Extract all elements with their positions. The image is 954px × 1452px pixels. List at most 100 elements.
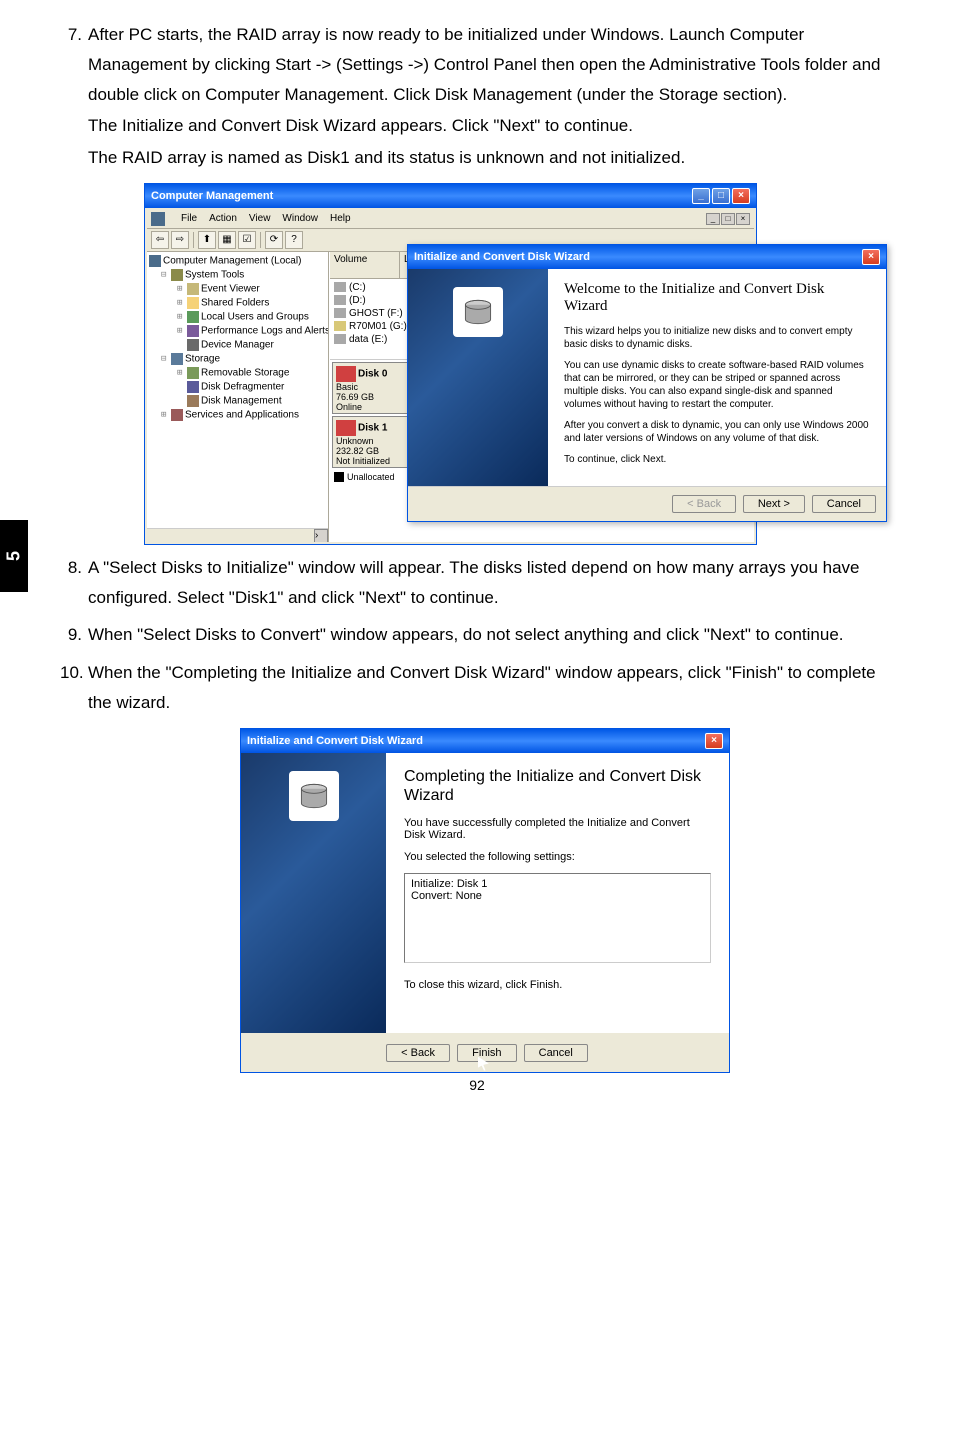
wizard2-p2: You selected the following settings: <box>404 851 711 863</box>
diskmgmt-icon <box>187 395 199 407</box>
help-button[interactable]: ? <box>285 231 303 249</box>
step-number: 10. <box>60 658 88 720</box>
tree-root[interactable]: Computer Management (Local) <box>163 255 301 266</box>
up-button[interactable]: ⬆ <box>198 231 216 249</box>
settings-line1: Initialize: Disk 1 <box>411 878 704 890</box>
step7-p1: After PC starts, the RAID array is now r… <box>88 20 894 109</box>
window-titlebar[interactable]: Computer Management _ □ × <box>145 184 756 208</box>
volume-label: data (E:) <box>349 334 387 345</box>
scroll-thumb[interactable]: › <box>314 529 328 542</box>
navigation-tree[interactable]: Computer Management (Local) ⊟System Tool… <box>147 252 329 542</box>
wizard-sidebar <box>408 269 548 486</box>
inner-minimize-button[interactable]: _ <box>706 213 720 225</box>
storage-icon <box>171 353 183 365</box>
legend-swatch <box>334 472 344 482</box>
drive-icon <box>334 334 346 344</box>
menu-window[interactable]: Window <box>282 213 318 224</box>
wizard2-buttons: < Back Finish Cancel <box>241 1033 729 1072</box>
refresh-button[interactable]: ⟳ <box>265 231 283 249</box>
inner-restore-button[interactable]: □ <box>721 213 735 225</box>
tree-perf[interactable]: Performance Logs and Alerts <box>201 325 329 336</box>
tree-storage[interactable]: Storage <box>185 353 220 364</box>
scrollbar[interactable]: › <box>147 528 328 542</box>
wizard-p1: This wizard helps you to initialize new … <box>564 325 870 351</box>
disk-name: Disk 0 <box>358 368 387 379</box>
disk-icon <box>336 366 356 382</box>
cancel-button[interactable]: Cancel <box>524 1044 588 1062</box>
wizard-p4: To continue, click Next. <box>564 453 870 466</box>
removable-icon <box>187 367 199 379</box>
tree-services[interactable]: Services and Applications <box>185 409 299 420</box>
step-9: 9. When "Select Disks to Convert" window… <box>60 620 894 652</box>
wizard-close-button[interactable]: × <box>862 249 880 265</box>
instruction-list-2: 8. A "Select Disks to Initialize" window… <box>60 553 894 720</box>
step10-text: When the "Completing the Initialize and … <box>88 658 894 718</box>
disk-size: 76.69 GB <box>336 392 374 402</box>
volume-label: (C:) <box>349 282 366 293</box>
views-button[interactable]: ▦ <box>218 231 236 249</box>
drive-icon <box>334 282 346 292</box>
window-title: Computer Management <box>151 190 273 202</box>
disk-wizard-icon <box>453 287 503 337</box>
wizard2-close-button[interactable]: × <box>705 733 723 749</box>
step-10: 10. When the "Completing the Initialize … <box>60 658 894 720</box>
menu-help[interactable]: Help <box>330 213 351 224</box>
cancel-button[interactable]: Cancel <box>812 495 876 513</box>
menu-file[interactable]: File <box>181 213 197 224</box>
volume-label: GHOST (F:) <box>349 308 403 319</box>
disk-status: Online <box>336 402 362 412</box>
disk-wizard-icon <box>289 771 339 821</box>
tree-defrag[interactable]: Disk Defragmenter <box>201 381 284 392</box>
inner-close-button[interactable]: × <box>736 213 750 225</box>
perf-icon <box>187 325 199 337</box>
menu-bar: File Action View Window Help _ □ × <box>147 210 754 229</box>
next-button[interactable]: Next > <box>743 495 805 513</box>
instruction-list: 7. After PC starts, the RAID array is no… <box>60 20 894 175</box>
cd-icon <box>334 321 346 331</box>
wizard2-title: Initialize and Convert Disk Wizard <box>247 735 423 747</box>
defrag-icon <box>187 381 199 393</box>
wizard-heading: Welcome to the Initialize and Convert Di… <box>564 281 870 315</box>
wizard-buttons: < Back Next > Cancel <box>408 486 886 521</box>
back-button[interactable]: < Back <box>386 1044 450 1062</box>
completing-wizard-window: Initialize and Convert Disk Wizard × Com… <box>240 728 730 1073</box>
menu-action[interactable]: Action <box>209 213 237 224</box>
properties-button[interactable]: ☑ <box>238 231 256 249</box>
step-number: 7. <box>60 20 88 175</box>
tree-devmgr[interactable]: Device Manager <box>201 339 274 350</box>
page-number: 92 <box>60 1077 894 1093</box>
step9-text: When "Select Disks to Convert" window ap… <box>88 620 894 650</box>
wizard-p2: You can use dynamic disks to create soft… <box>564 359 870 411</box>
wizard2-p1: You have successfully completed the Init… <box>404 817 711 841</box>
step-number: 9. <box>60 620 88 652</box>
chapter-tab: 5 <box>0 520 28 592</box>
volume-label: (D:) <box>349 295 366 306</box>
computer-management-window: Computer Management _ □ × File Action Vi… <box>144 183 757 545</box>
menu-view[interactable]: View <box>249 213 271 224</box>
forward-button[interactable]: ⇨ <box>171 231 189 249</box>
tree-diskmgmt[interactable]: Disk Management <box>201 395 282 406</box>
maximize-button[interactable]: □ <box>712 188 730 204</box>
back-button[interactable]: ⇦ <box>151 231 169 249</box>
tree-systools[interactable]: System Tools <box>185 269 244 280</box>
finish-button[interactable]: Finish <box>457 1044 517 1062</box>
tree-users[interactable]: Local Users and Groups <box>201 311 309 322</box>
tree-shared[interactable]: Shared Folders <box>201 297 269 308</box>
users-icon <box>187 311 199 323</box>
minimize-button[interactable]: _ <box>692 188 710 204</box>
tree-removable[interactable]: Removable Storage <box>201 367 289 378</box>
event-icon <box>187 283 199 295</box>
legend-label: Unallocated <box>347 472 395 482</box>
wizard-p3: After you convert a disk to dynamic, you… <box>564 419 870 445</box>
disk-icon <box>336 420 356 436</box>
tree-event[interactable]: Event Viewer <box>201 283 260 294</box>
wizard2-titlebar[interactable]: Initialize and Convert Disk Wizard × <box>241 729 729 753</box>
col-volume[interactable]: Volume <box>330 252 400 278</box>
close-button[interactable]: × <box>732 188 750 204</box>
folder-icon <box>187 297 199 309</box>
wizard-titlebar[interactable]: Initialize and Convert Disk Wizard × <box>408 245 886 269</box>
step-7: 7. After PC starts, the RAID array is no… <box>60 20 894 175</box>
device-icon <box>187 339 199 351</box>
disk-type: Basic <box>336 382 358 392</box>
step7-p2: The Initialize and Convert Disk Wizard a… <box>88 111 894 141</box>
